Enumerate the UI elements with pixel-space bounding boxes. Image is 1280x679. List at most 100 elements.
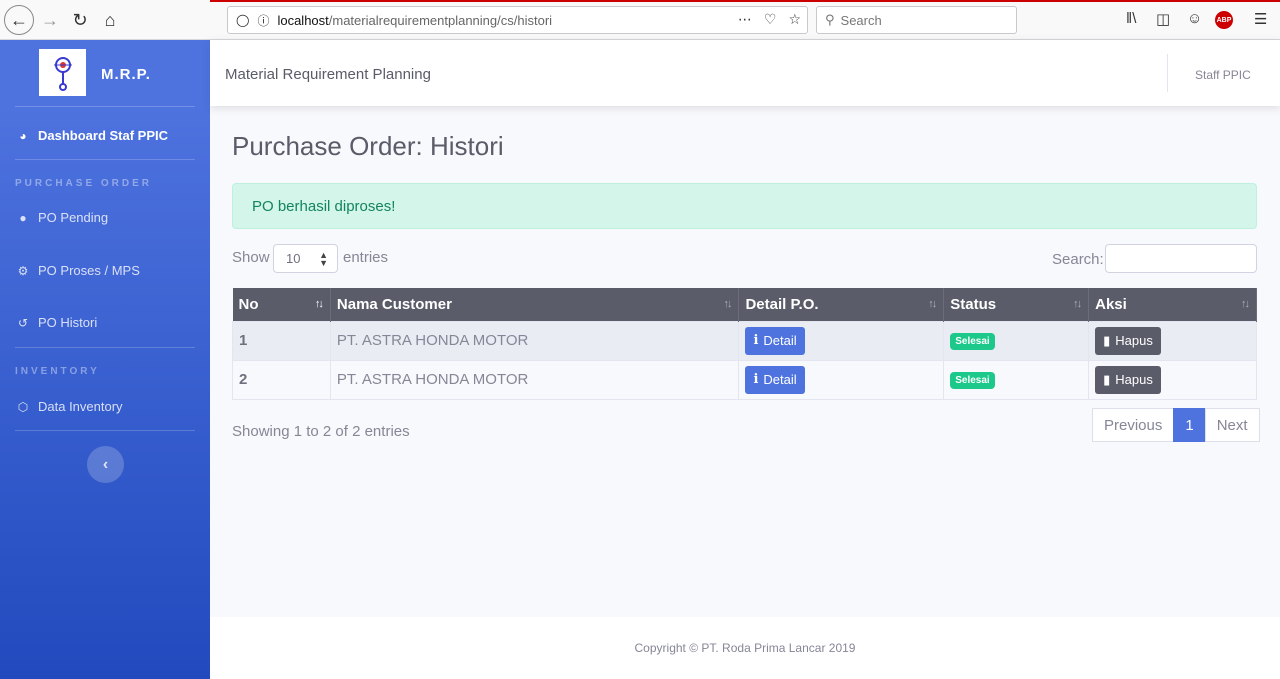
sidebar-item-label: PO Pending bbox=[38, 210, 109, 225]
browser-search-placeholder: Search bbox=[840, 12, 882, 28]
cell-customer: PT. ASTRA HONDA MOTOR bbox=[329, 320, 740, 361]
topbar-divider bbox=[1167, 54, 1168, 92]
cell-detail: i Detail bbox=[738, 359, 945, 400]
sidebar-divider bbox=[15, 347, 195, 348]
library-icon[interactable]: ‖\ bbox=[1126, 10, 1136, 27]
cell-status: Selesai bbox=[943, 320, 1090, 361]
topbar: Material Requirement Planning Staff PPIC bbox=[210, 40, 1280, 106]
url-host: localhost bbox=[277, 12, 329, 28]
button-label: Detail bbox=[763, 333, 797, 348]
entries-select[interactable]: 10 ▲ ▼ bbox=[273, 244, 338, 273]
cell-no: 2 bbox=[232, 359, 331, 400]
bookmark-star-icon[interactable]: ☆ bbox=[788, 11, 801, 28]
column-header-label: Status bbox=[950, 295, 997, 313]
account-icon[interactable]: ☺ bbox=[1187, 10, 1202, 27]
cell-no: 1 bbox=[232, 320, 331, 361]
sidebar: M.R.P. ◕ Dashboard Staf PPIC PURCHASE OR… bbox=[0, 40, 210, 679]
sidebar-item-label: PO Histori bbox=[38, 315, 98, 330]
delete-button[interactable]: ▮ Hapus bbox=[1095, 365, 1161, 394]
column-header-detail[interactable]: Detail P.O. ↑↓ bbox=[738, 288, 945, 321]
detail-button[interactable]: i Detail bbox=[745, 326, 805, 355]
table-row: 2 PT. ASTRA HONDA MOTOR i Detail Selesai … bbox=[232, 359, 1257, 400]
column-header-action[interactable]: Aksi ↑↓ bbox=[1088, 288, 1257, 321]
sidebar-heading-po: PURCHASE ORDER bbox=[15, 178, 153, 189]
chevron-left-icon: ‹ bbox=[102, 455, 109, 473]
status-badge: Selesai bbox=[950, 333, 995, 350]
reload-icon[interactable]: ↻ bbox=[66, 6, 94, 34]
sort-icon: ↑↓ bbox=[723, 298, 732, 310]
sidebar-divider bbox=[15, 430, 195, 431]
sort-icon: ↑↓ bbox=[314, 298, 324, 310]
sidebar-brand[interactable]: M.R.P. bbox=[0, 40, 210, 106]
brand-text: M.R.P. bbox=[101, 66, 151, 83]
sidebar-divider bbox=[15, 159, 195, 160]
sidebar-item-po-pending[interactable]: ● PO Pending bbox=[16, 210, 108, 225]
sidebar-item-dashboard[interactable]: ◕ Dashboard Staf PPIC bbox=[16, 128, 168, 143]
cell-customer: PT. ASTRA HONDA MOTOR bbox=[329, 359, 740, 400]
url-path: /materialrequirementplanning/cs/histori bbox=[328, 12, 553, 28]
table-row: 1 PT. ASTRA HONDA MOTOR i Detail Selesai … bbox=[232, 320, 1257, 361]
column-header-customer[interactable]: Nama Customer ↑↓ bbox=[330, 288, 740, 321]
button-label: Detail bbox=[763, 372, 797, 387]
menu-icon[interactable]: ☰ bbox=[1254, 10, 1267, 28]
trash-icon: ▮ bbox=[1103, 332, 1111, 348]
entries-select-value: 10 bbox=[286, 251, 301, 266]
pagination-previous[interactable]: Previous bbox=[1092, 408, 1175, 442]
cube-icon: ⬡ bbox=[17, 399, 29, 414]
shield-icon: ◯ bbox=[236, 13, 250, 27]
table-info: Showing 1 to 2 of 2 entries bbox=[232, 423, 410, 440]
cell-status: Selesai bbox=[943, 359, 1090, 400]
info-icon[interactable]: ⓘ bbox=[257, 12, 269, 29]
forward-icon[interactable]: → bbox=[36, 6, 64, 34]
sort-icon: ↑↓ bbox=[928, 298, 937, 310]
back-icon[interactable]: ← bbox=[4, 5, 34, 35]
sidebar-item-po-histori[interactable]: ↺ PO Histori bbox=[16, 315, 97, 330]
page-title: Purchase Order: Histori bbox=[232, 131, 504, 161]
sidebar-item-label: Dashboard Staf PPIC bbox=[38, 128, 169, 143]
info-icon: i bbox=[753, 372, 759, 387]
tab-indicator bbox=[210, 0, 1280, 2]
sidebar-divider bbox=[15, 106, 195, 107]
entries-label: entries bbox=[343, 249, 389, 266]
sidebar-collapse-button[interactable]: ‹ bbox=[87, 446, 124, 483]
info-circle-icon: ● bbox=[19, 210, 27, 225]
column-header-label: Detail P.O. bbox=[745, 295, 819, 313]
table-search-input[interactable] bbox=[1105, 244, 1257, 273]
status-badge: Selesai bbox=[950, 372, 995, 389]
column-header-no[interactable]: No ↑↓ bbox=[232, 288, 331, 321]
trash-icon: ▮ bbox=[1103, 371, 1111, 387]
sidebar-item-po-proses[interactable]: ⚙ PO Proses / MPS bbox=[16, 263, 140, 278]
url-bar[interactable]: ◯ ⓘ localhost/materialrequirementplannin… bbox=[227, 6, 808, 34]
info-icon: i bbox=[753, 333, 759, 348]
user-menu[interactable]: Staff PPIC bbox=[1195, 68, 1251, 82]
button-label: Hapus bbox=[1115, 333, 1153, 348]
search-icon: ⚲ bbox=[825, 12, 835, 27]
adblock-icon[interactable]: ABP bbox=[1215, 11, 1233, 29]
table-header-row: No ↑↓ Nama Customer ↑↓ Detail P.O. ↑↓ Statu… bbox=[232, 288, 1257, 321]
sidebar-toggle-icon[interactable]: ◫ bbox=[1156, 10, 1170, 28]
cell-action: ▮ Hapus bbox=[1088, 359, 1257, 400]
cell-action: ▮ Hapus bbox=[1088, 320, 1257, 361]
select-caret-icon: ▲ ▼ bbox=[319, 250, 328, 268]
sidebar-item-label: Data Inventory bbox=[38, 399, 123, 414]
column-header-status[interactable]: Status ↑↓ bbox=[943, 288, 1090, 321]
pagination-page-1[interactable]: 1 bbox=[1173, 408, 1206, 442]
copyright-text: Copyright © PT. Roda Prima Lancar 2019 bbox=[634, 641, 856, 655]
column-header-label: Nama Customer bbox=[336, 295, 452, 313]
detail-button[interactable]: i Detail bbox=[745, 365, 805, 394]
column-header-label: No bbox=[238, 295, 259, 313]
tachometer-icon: ◕ bbox=[19, 128, 27, 143]
more-icon[interactable]: ⋯ bbox=[738, 11, 752, 28]
sidebar-item-data-inventory[interactable]: ⬡ Data Inventory bbox=[16, 399, 123, 414]
pagination-next[interactable]: Next bbox=[1204, 408, 1260, 442]
browser-search-input[interactable]: ⚲ Search bbox=[816, 6, 1017, 34]
show-label: Show bbox=[232, 249, 270, 266]
pocket-icon[interactable]: ♡ bbox=[764, 11, 777, 28]
browser-toolbar: ← → ↻ ⌂ ◯ ⓘ localhost/materialrequiremen… bbox=[0, 0, 1280, 40]
brand-logo bbox=[39, 49, 86, 96]
sidebar-heading-inventory: INVENTORY bbox=[15, 366, 100, 377]
delete-button[interactable]: ▮ Hapus bbox=[1095, 326, 1161, 355]
button-label: Hapus bbox=[1115, 372, 1153, 387]
column-header-label: Aksi bbox=[1095, 295, 1127, 313]
home-icon[interactable]: ⌂ bbox=[96, 6, 124, 34]
